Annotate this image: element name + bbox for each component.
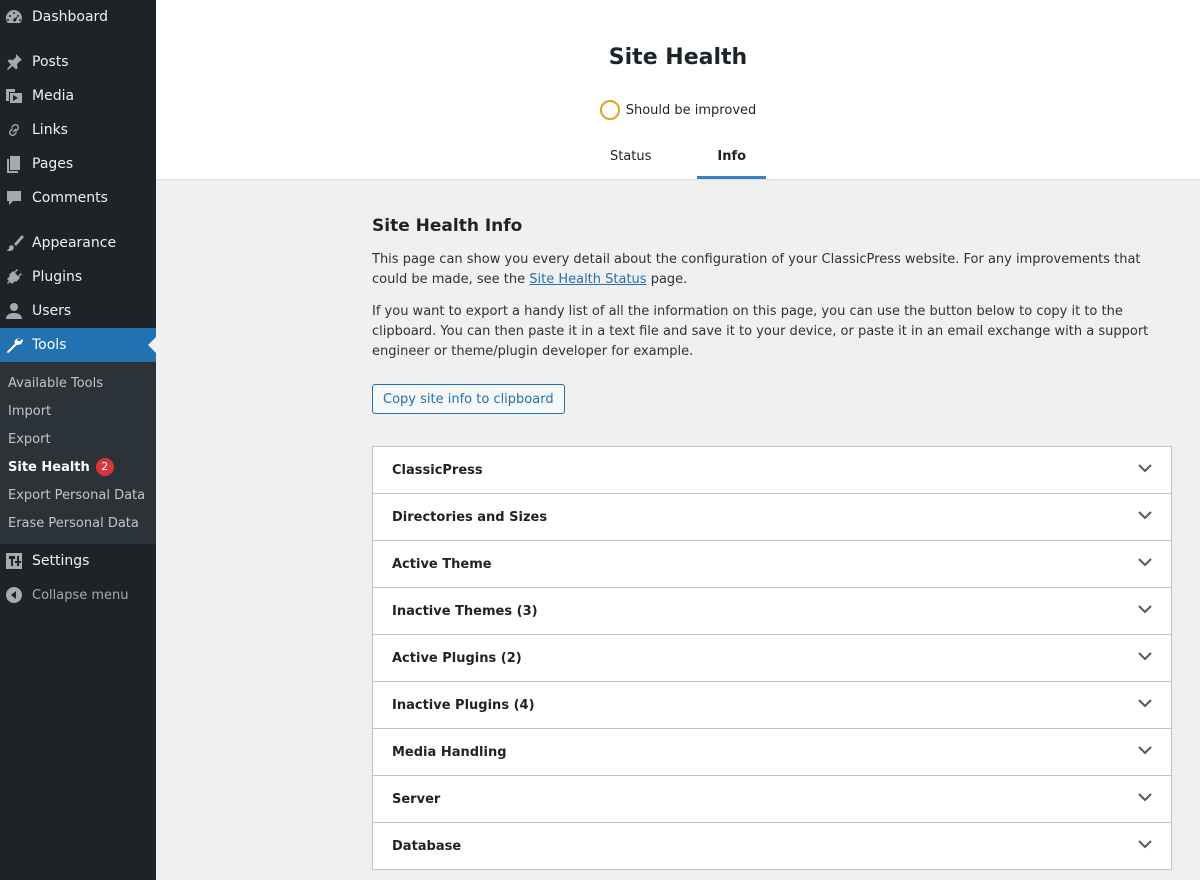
accordion-label: Inactive Plugins (4) (392, 697, 535, 713)
tools-submenu: Available Tools Import Export Site Healt… (0, 362, 156, 544)
intro-paragraph: This page can show you every detail abou… (372, 250, 1172, 290)
media-icon (0, 86, 32, 106)
chevron-down-icon (1137, 695, 1153, 715)
main-content: Site Health Info This page can show you … (372, 180, 1172, 870)
accordion-row[interactable]: Active Plugins (2) (373, 635, 1171, 682)
submenu-item-site-health[interactable]: Site Health 2 (0, 453, 156, 481)
pin-icon (0, 52, 32, 72)
menu-label: Links (32, 122, 68, 138)
menu-item-dashboard[interactable]: Dashboard (0, 0, 156, 34)
accordion-label: Inactive Themes (3) (392, 603, 538, 619)
accordion-label: Active Plugins (2) (392, 650, 522, 666)
menu-item-links[interactable]: Links (0, 113, 156, 147)
brush-icon (0, 233, 32, 253)
accordion-label: Directories and Sizes (392, 509, 548, 525)
chevron-down-icon (1137, 836, 1153, 856)
menu-label: Plugins (32, 269, 83, 285)
admin-sidebar: Dashboard Posts Media Links Pages Commen… (0, 0, 156, 880)
menu-label: Pages (32, 156, 74, 172)
accordion-row[interactable]: ClassicPress (373, 447, 1171, 494)
menu-label: Settings (32, 553, 90, 569)
menu-item-plugins[interactable]: Plugins (0, 260, 156, 294)
collapse-menu-button[interactable]: Collapse menu (0, 578, 156, 612)
chevron-down-icon (1137, 742, 1153, 762)
accordion-row[interactable]: Inactive Plugins (4) (373, 682, 1171, 729)
menu-item-settings[interactable]: Settings (0, 544, 156, 578)
chevron-down-icon (1137, 460, 1153, 480)
pages-icon (0, 154, 32, 174)
intro-text-before: This page can show you every detail abou… (372, 252, 1141, 287)
info-accordion: ClassicPress Directories and Sizes Active … (372, 446, 1172, 870)
accordion-label: Media Handling (392, 744, 507, 760)
settings-icon (0, 551, 32, 571)
accordion-row[interactable]: Server (373, 776, 1171, 823)
accordion-label: Database (392, 838, 462, 854)
accordion-row[interactable]: Directories and Sizes (373, 494, 1171, 541)
comment-icon (0, 188, 32, 208)
menu-label: Tools (32, 337, 67, 353)
health-status-label: Should be improved (625, 102, 757, 118)
link-icon (0, 120, 32, 140)
status-ring-icon (599, 100, 620, 120)
page-title: Site Health (608, 45, 748, 70)
menu-item-appearance[interactable]: Appearance (0, 226, 156, 260)
page-header: Site Health Should be improved Status In… (156, 0, 1200, 180)
notification-badge: 2 (95, 458, 114, 476)
chevron-down-icon (1137, 554, 1153, 574)
menu-label: Dashboard (32, 9, 108, 25)
menu-separator (0, 215, 156, 226)
submenu-label: Site Health (8, 459, 90, 475)
menu-item-tools[interactable]: Tools (0, 328, 156, 362)
menu-item-pages[interactable]: Pages (0, 147, 156, 181)
health-status: Should be improved (156, 100, 1200, 120)
user-icon (0, 301, 32, 321)
accordion-row[interactable]: Database (373, 823, 1171, 870)
menu-label: Users (32, 303, 72, 319)
tab-status[interactable]: Status (590, 136, 671, 179)
menu-item-comments[interactable]: Comments (0, 181, 156, 215)
wrench-icon (0, 335, 32, 355)
accordion-label: Server (392, 791, 441, 807)
chevron-down-icon (1137, 789, 1153, 809)
submenu-item-import[interactable]: Import (0, 397, 156, 425)
menu-item-users[interactable]: Users (0, 294, 156, 328)
accordion-row[interactable]: Inactive Themes (3) (373, 588, 1171, 635)
accordion-label: ClassicPress (392, 462, 483, 478)
chevron-down-icon (1137, 601, 1153, 621)
tab-info[interactable]: Info (697, 136, 767, 179)
export-paragraph: If you want to export a handy list of al… (372, 304, 1149, 359)
tab-bar: Status Info (156, 136, 1200, 179)
submenu-item-export-personal-data[interactable]: Export Personal Data (0, 481, 156, 509)
accordion-row[interactable]: Media Handling (373, 729, 1171, 776)
intro-text-after: page. (646, 272, 688, 287)
dashboard-icon (0, 7, 32, 27)
submenu-item-erase-personal-data[interactable]: Erase Personal Data (0, 509, 156, 537)
menu-label: Collapse menu (32, 587, 129, 603)
section-heading: Site Health Info (372, 216, 523, 236)
menu-label: Comments (32, 190, 108, 206)
collapse-icon (0, 585, 32, 605)
copy-site-info-button[interactable]: Copy site info to clipboard (372, 384, 565, 414)
menu-label: Posts (32, 54, 69, 70)
plug-icon (0, 267, 32, 287)
site-health-status-link[interactable]: Site Health Status (529, 272, 646, 287)
accordion-label: Active Theme (392, 556, 492, 572)
submenu-item-available-tools[interactable]: Available Tools (0, 369, 156, 397)
menu-label: Appearance (32, 235, 117, 251)
menu-label: Media (32, 88, 75, 104)
chevron-down-icon (1137, 648, 1153, 668)
menu-item-posts[interactable]: Posts (0, 45, 156, 79)
chevron-down-icon (1137, 507, 1153, 527)
accordion-row[interactable]: Active Theme (373, 541, 1171, 588)
menu-item-media[interactable]: Media (0, 79, 156, 113)
submenu-item-export[interactable]: Export (0, 425, 156, 453)
menu-separator (0, 34, 156, 45)
